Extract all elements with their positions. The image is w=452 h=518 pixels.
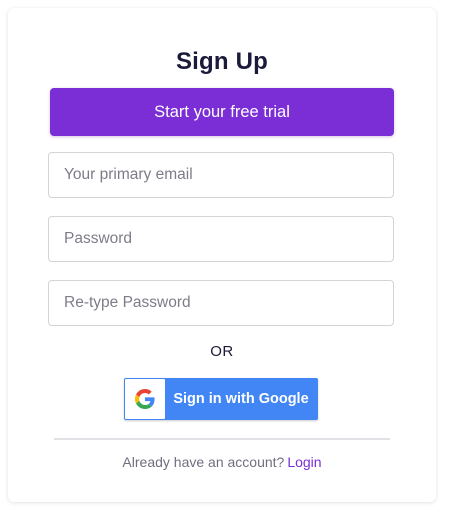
- google-sign-in-button[interactable]: Sign in with Google: [124, 378, 318, 420]
- login-prompt-text: Already have an account?: [122, 454, 285, 470]
- page-title: Sign Up: [175, 48, 269, 75]
- signup-card: Sign Up Start your free trial OR Sign in…: [8, 8, 436, 502]
- google-icon-container: [125, 379, 165, 419]
- login-prompt: Already have an account? Login: [8, 454, 436, 470]
- email-field: [48, 152, 394, 198]
- retype-password-input[interactable]: [49, 281, 393, 325]
- footer-divider: [54, 438, 390, 440]
- or-separator: OR: [210, 343, 234, 360]
- login-link[interactable]: Login: [287, 454, 321, 470]
- retype-password-field: [48, 280, 394, 326]
- email-input[interactable]: [49, 153, 393, 197]
- google-g-icon: [135, 389, 155, 409]
- password-input[interactable]: [49, 217, 393, 261]
- start-free-trial-button[interactable]: Start your free trial: [50, 88, 394, 136]
- password-field: [48, 216, 394, 262]
- google-sign-in-label: Sign in with Google: [173, 391, 309, 407]
